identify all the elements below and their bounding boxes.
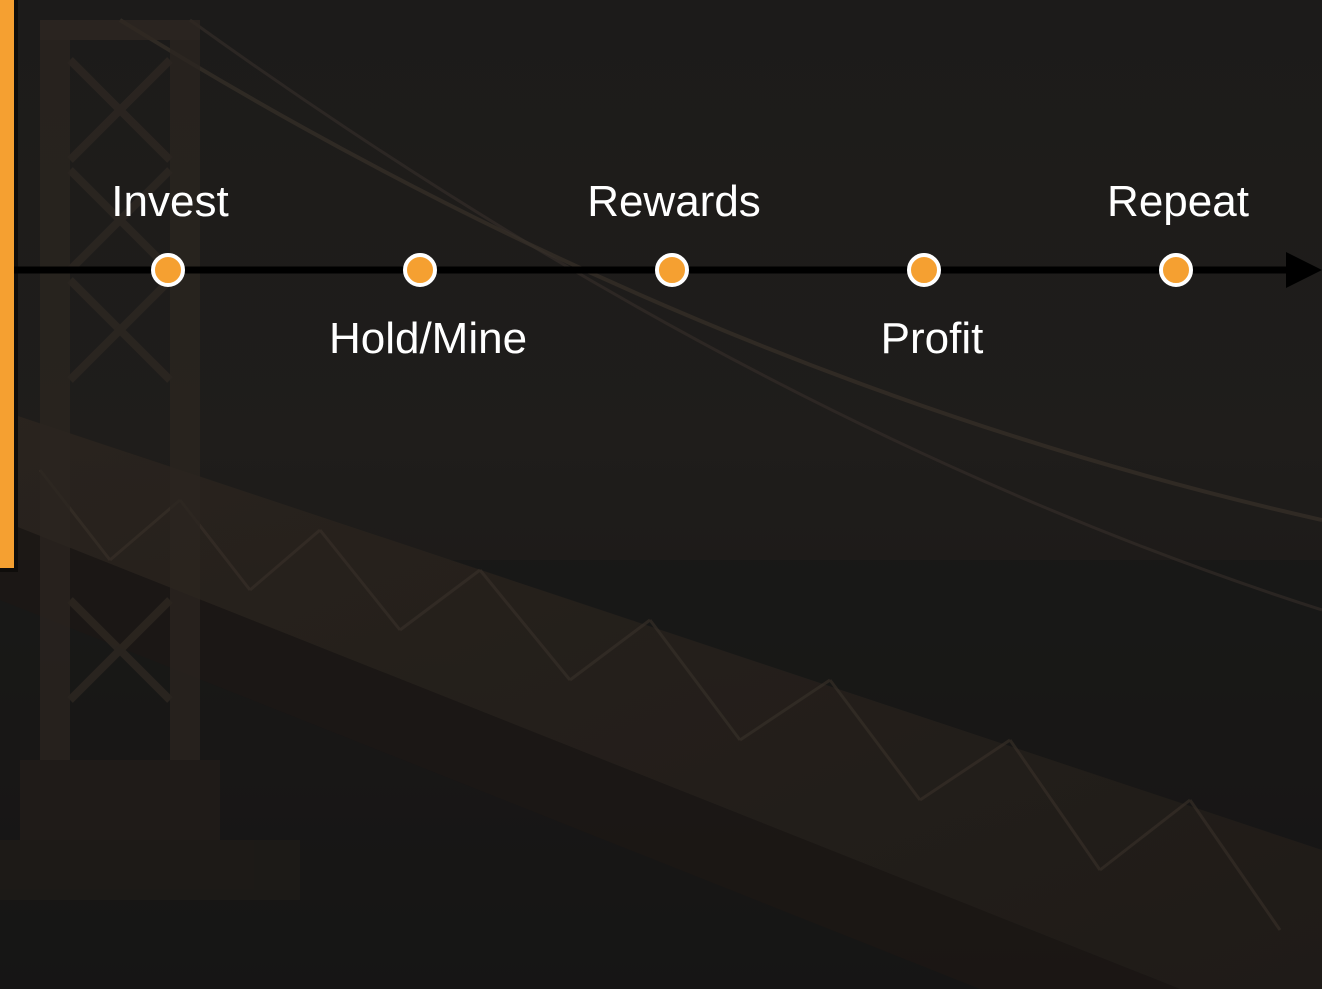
timeline-dot-repeat xyxy=(1159,253,1193,287)
timeline-dot-rewards xyxy=(655,253,689,287)
step-label-repeat: Repeat xyxy=(1107,177,1249,226)
step-label-hold-mine: Hold/Mine xyxy=(328,314,528,363)
timeline-dot-profit xyxy=(907,253,941,287)
step-label-profit: Profit xyxy=(880,314,984,363)
timeline-dot-invest xyxy=(151,253,185,287)
timeline-dot-hold-mine xyxy=(403,253,437,287)
timeline-arrow-icon xyxy=(1286,252,1322,288)
timeline xyxy=(14,252,1322,288)
step-label-rewards: Rewards xyxy=(587,177,761,226)
step-label-invest: Invest xyxy=(111,177,229,226)
slide: Invest Hold/Mine Rewards Profit Repeat xyxy=(0,0,1322,989)
